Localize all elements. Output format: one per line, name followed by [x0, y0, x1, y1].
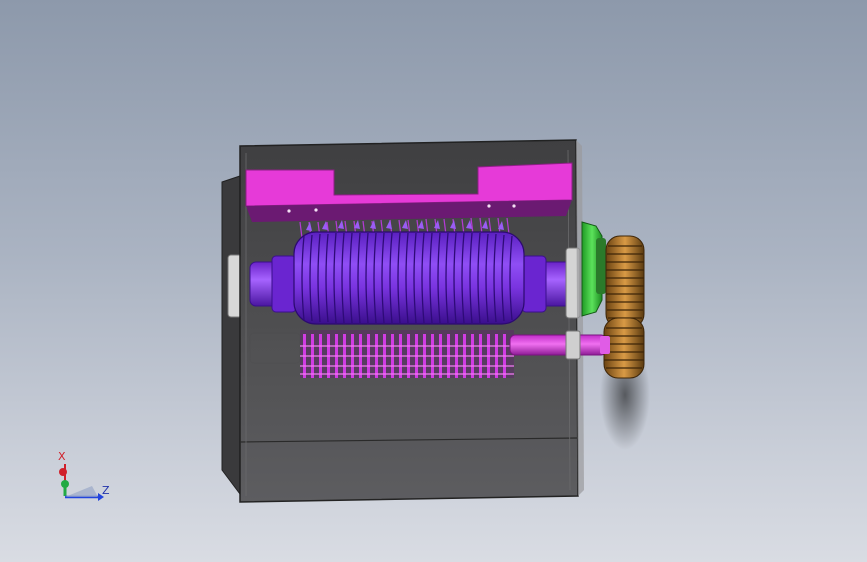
lower-shaft-key — [565, 330, 581, 360]
coordinate-triad: X Z — [52, 450, 122, 510]
x-axis-label: X — [58, 450, 66, 463]
upper-gear — [605, 235, 645, 329]
shaft-collar-right — [521, 255, 547, 313]
graphics-viewport[interactable]: X Z — [0, 0, 867, 562]
triad-plane — [65, 486, 98, 497]
left-side-plate — [221, 175, 241, 496]
shaft-collar-left — [271, 255, 297, 313]
lower-drive-shaft — [509, 334, 607, 356]
coupling-hub — [596, 238, 606, 294]
rotor-drum — [293, 231, 525, 325]
y-axis-ball — [61, 480, 69, 488]
z-axis-label: Z — [102, 484, 110, 497]
lower-gear — [600, 317, 645, 379]
x-axis-ball — [59, 468, 67, 476]
shredder-model[interactable] — [0, 0, 867, 562]
